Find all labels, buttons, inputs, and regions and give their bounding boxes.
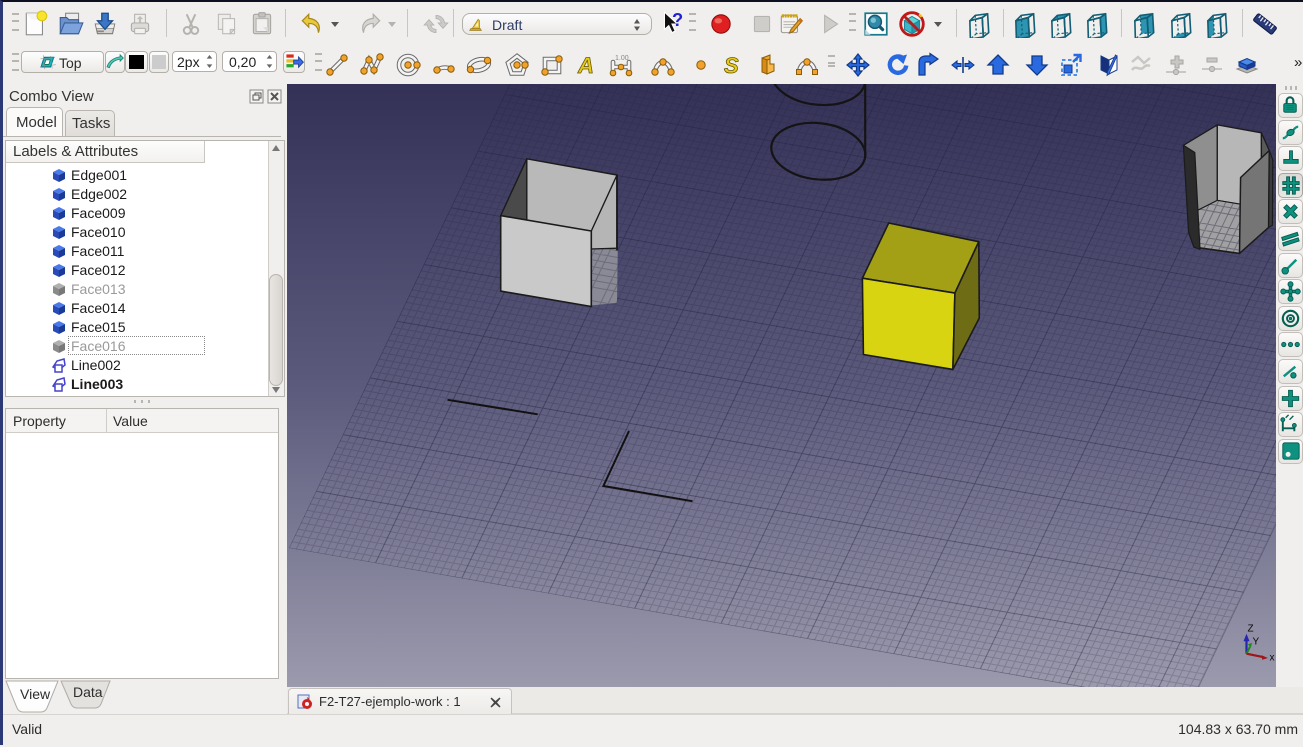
svg-text:A: A	[577, 53, 594, 78]
svg-text:View: View	[20, 686, 51, 702]
svg-text:1.00: 1.00	[615, 55, 629, 62]
svg-text:Z: Z	[1248, 624, 1254, 635]
svg-text:Data: Data	[73, 684, 103, 700]
svg-text:Y: Y	[1253, 637, 1260, 648]
svg-text:S: S	[724, 53, 739, 78]
svg-text:x: x	[1270, 653, 1275, 664]
svg-text:?: ?	[672, 10, 683, 30]
